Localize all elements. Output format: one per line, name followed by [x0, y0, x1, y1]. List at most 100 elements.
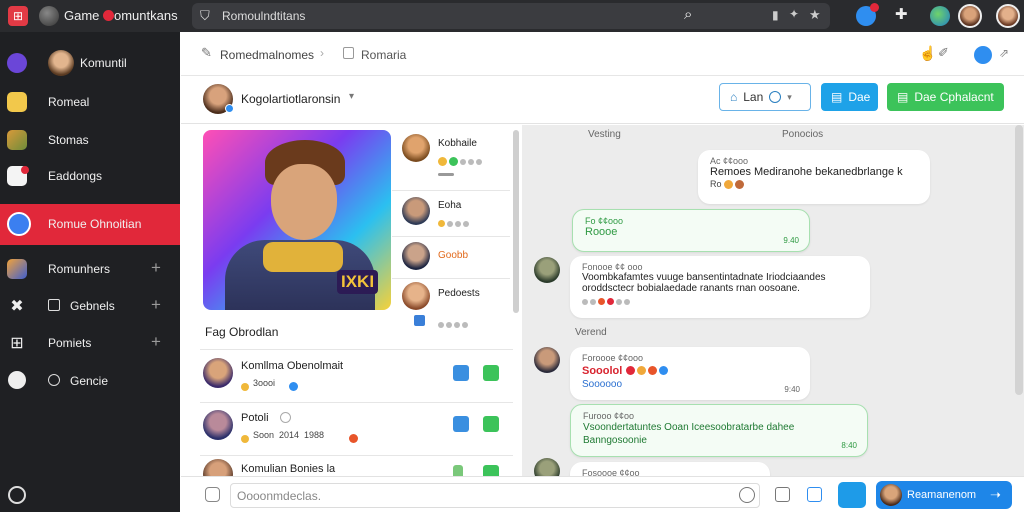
pencil-icon[interactable]: ✐ — [938, 45, 949, 61]
profile-avatar[interactable] — [996, 4, 1020, 28]
controller-icon — [7, 259, 27, 279]
sidebar-item-label: Romunhers — [48, 262, 111, 276]
star-icon[interactable]: ★ — [809, 7, 821, 23]
share-icon[interactable] — [453, 365, 469, 381]
check-icon[interactable] — [483, 365, 499, 381]
add-icon[interactable]: + — [151, 332, 161, 352]
divider — [392, 236, 510, 237]
chat-message[interactable]: Ac ¢¢ooo Remoes Mediranohe bekanedbrlang… — [698, 150, 930, 204]
breadcrumb-item[interactable]: Romedmalnomes — [220, 48, 314, 62]
brand-avatar — [39, 6, 59, 26]
list-item[interactable]: Kobhaile — [392, 125, 510, 190]
brand-title-pre: Game — [64, 8, 100, 23]
reaction-icons — [582, 294, 858, 308]
chat-message[interactable]: Foroooe ¢¢ooo Sooolol Soooooo 9:40 — [570, 347, 810, 400]
thumbs-up-icon[interactable]: ☝ — [919, 45, 936, 62]
emoji-icon — [625, 366, 635, 376]
table-row[interactable]: Komulian Bonies la — [200, 457, 513, 476]
chat-label: Vesting — [588, 129, 621, 140]
online-badge — [225, 104, 234, 113]
share-icon[interactable] — [453, 465, 463, 476]
check-icon[interactable] — [483, 465, 499, 476]
folder-icon: ▤ — [831, 90, 843, 104]
community-icon — [7, 53, 27, 73]
chevron-down-icon[interactable]: ▾ — [349, 91, 354, 102]
message-input[interactable]: Oooonmdeclas. — [230, 483, 760, 508]
channel-title: Kogolartiotlaronsin — [241, 92, 341, 106]
globe-icon[interactable] — [930, 6, 950, 26]
clock-icon — [769, 91, 782, 103]
dae-cphalacnt-button[interactable]: ▤ Dae Cphalacnt — [887, 83, 1004, 111]
image-icon[interactable] — [775, 487, 790, 502]
send-button[interactable]: Reamanenom ➝ — [876, 481, 1012, 509]
pin-icon[interactable]: ✦ — [789, 7, 799, 21]
divider — [392, 190, 510, 191]
avatar — [402, 134, 430, 162]
avatar — [402, 197, 430, 225]
sidebar-item-gebnels[interactable]: ✖ Gebnels + — [0, 293, 180, 319]
apps-icon[interactable]: ⊞ — [8, 6, 28, 26]
message-meta: Fo ¢¢ooo — [585, 216, 624, 226]
scrollbar[interactable] — [1015, 125, 1023, 395]
game-cover-image[interactable]: IXKI — [203, 130, 391, 310]
help-avatar-icon[interactable] — [974, 46, 992, 64]
sidebar-item-gencie[interactable]: Gencie — [0, 368, 180, 394]
puzzle-icon[interactable]: ✚ — [895, 5, 908, 23]
emoji-icon — [724, 180, 734, 190]
dae-label: Dae — [848, 90, 871, 104]
emoji-icon[interactable] — [739, 487, 755, 503]
hero-face — [271, 164, 337, 240]
arrow-icon[interactable]: ⇗ — [999, 46, 1009, 60]
scrollbar[interactable] — [513, 130, 519, 313]
left-panel: IXKI Fag Obrodlan Kobhaile Eoha Goobb Pe… — [181, 125, 521, 476]
coin-icon — [241, 379, 251, 393]
reaction-icons — [438, 317, 470, 331]
list-item[interactable]: Goobb — [392, 238, 510, 278]
message-text: Roooe — [585, 226, 618, 238]
status-icon — [280, 412, 291, 423]
sidebar-item-label: Romue Ohnoitian — [48, 217, 142, 231]
sidebar-item-romunhers[interactable]: Romunhers + — [0, 256, 180, 282]
status-icon — [438, 173, 454, 176]
reaction-icons — [438, 154, 484, 168]
gif-icon[interactable] — [807, 487, 822, 502]
hero-scarf — [263, 242, 343, 272]
table-row[interactable]: Komllma Obenolmait 3oooi — [200, 351, 513, 401]
mini-app-icon — [414, 315, 425, 326]
chat-message[interactable]: Furooo ¢¢oo Vsoondertatuntes Ooan Iceeso… — [570, 404, 868, 457]
list-item[interactable]: Pedoests — [392, 280, 510, 338]
sidebar-item-active[interactable]: Romue Ohnoitian — [0, 204, 180, 245]
add-icon[interactable]: + — [151, 258, 161, 278]
message-text: Voombkafamtes vuuge bansentintadnate Iri… — [582, 272, 826, 294]
search-icon[interactable]: ⌕ — [684, 6, 692, 23]
user-avatar[interactable] — [958, 4, 982, 28]
feature-caption: Fag Obrodlan — [205, 325, 279, 339]
dae-button[interactable]: ▤ Dae — [821, 83, 878, 111]
coin-icon — [241, 431, 251, 445]
sidebar-item-eaddongs[interactable]: Eaddongs — [0, 163, 180, 189]
table-row[interactable]: Potoli Soon 2014 1988 — [200, 404, 513, 454]
sidebar-item-stomas[interactable]: Stomas — [0, 127, 180, 153]
bookmark-icon[interactable]: ▮ — [772, 8, 779, 22]
list-item[interactable]: Eoha — [392, 192, 510, 236]
profile-avatar — [48, 50, 74, 76]
row-name: Komllma Obenolmait — [241, 360, 344, 372]
help-icon[interactable] — [8, 486, 26, 504]
check-icon[interactable] — [483, 416, 499, 432]
lock-icon: ⌂ — [730, 90, 738, 104]
message-meta: Foroooe ¢¢ooo — [582, 353, 644, 363]
search-bar[interactable]: ⛉ Romoulndtitans ⌕ ▮ ✦ ★ — [192, 3, 830, 29]
top-bar: ⊞ Game omuntkans ⛉ Romoulndtitans ⌕ ▮ ✦ … — [0, 0, 1024, 32]
sidebar-item-pomiets[interactable]: ⊞ Pomiets + — [0, 330, 180, 356]
shield-button[interactable] — [838, 482, 866, 508]
lan-button[interactable]: ⌂ Lan ▾ — [719, 83, 811, 111]
sender-avatar — [880, 484, 902, 506]
add-icon[interactable]: + — [151, 295, 161, 315]
sidebar-item-romeal[interactable]: Romeal — [0, 89, 180, 115]
chat-message[interactable]: Fo ¢¢ooo Roooe 9.40 — [572, 209, 810, 252]
attach-icon[interactable] — [205, 487, 220, 502]
breadcrumb-item[interactable]: Romaria — [361, 48, 406, 62]
sidebar-profile[interactable]: Komuntil — [0, 48, 180, 78]
share-icon[interactable] — [453, 416, 469, 432]
chat-message[interactable]: Fonooe ¢¢ ooo Voombkafamtes vuuge bansen… — [570, 256, 870, 318]
